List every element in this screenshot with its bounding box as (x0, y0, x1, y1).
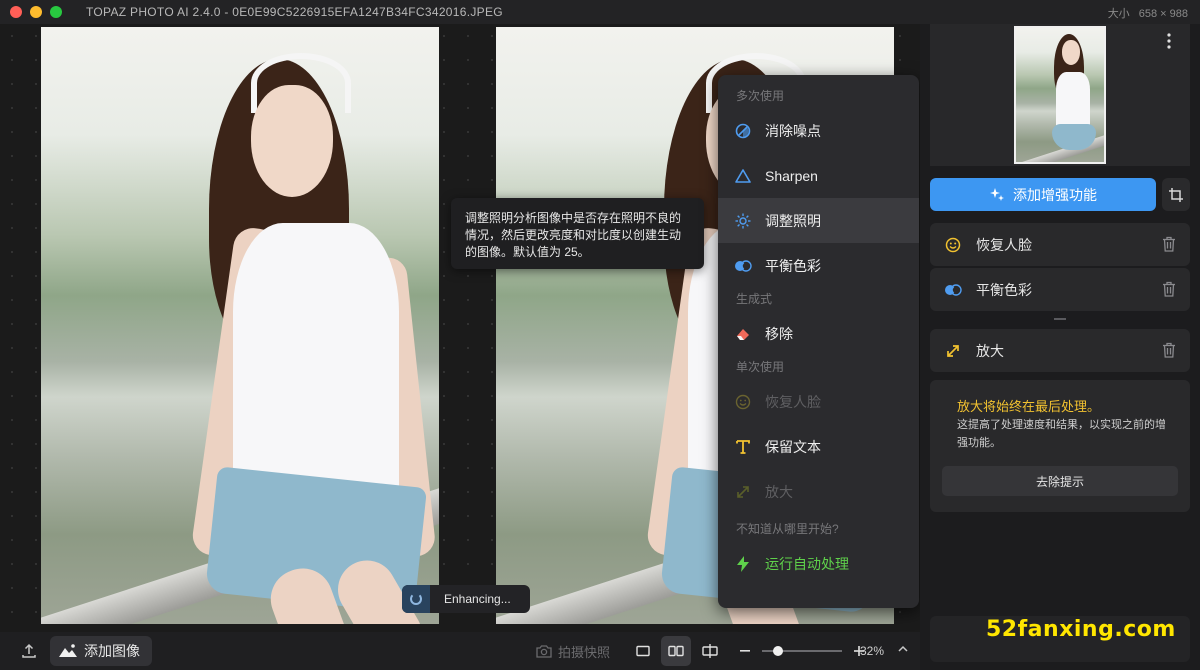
panel-divider-handle[interactable] (1054, 318, 1066, 320)
feature-upscale[interactable]: 放大 (930, 329, 1190, 372)
menu-item-adjust-lighting[interactable]: 调整照明 (718, 198, 919, 243)
adjust-lighting-tooltip: 调整照明分析图像中是否存在照明不良的情况，然后更改亮度和对比度以创建生动的图像。… (451, 198, 704, 269)
menu-item-label: 保留文本 (765, 438, 821, 455)
menu-section-single: 单次使用 (736, 360, 785, 374)
bottom-toolbar: 添加图像 拍摄快照 32% (0, 632, 920, 670)
menu-item-label: 放大 (765, 483, 793, 500)
image-size: 大小 658 × 988 (1102, 5, 1188, 21)
right-panel: 添加增强功能 恢复人脸 平衡色彩 放大 放大将始终在最后处理。 这提高了处理速度… (920, 24, 1200, 670)
zoom-slider[interactable] (762, 646, 842, 656)
enhancing-status: Enhancing... (402, 585, 530, 613)
snapshot-button[interactable]: 拍摄快照 (536, 636, 610, 666)
navigator-thumbnail[interactable] (1014, 26, 1106, 164)
crop-icon (1169, 187, 1183, 202)
menu-item-color-balance[interactable]: 平衡色彩 (718, 243, 919, 288)
add-enhancement-menu: 多次使用 消除噪点 Sharpen 调整照明 平衡色彩 生成式 移除 单次使用 … (718, 75, 919, 608)
single-view-button[interactable] (628, 636, 658, 666)
sun-icon (734, 212, 752, 230)
zoom-window-button[interactable] (50, 6, 62, 18)
feature-color-balance[interactable]: 平衡色彩 (930, 268, 1190, 311)
single-view-icon (636, 645, 650, 657)
upscale-hint: 放大将始终在最后处理。 这提高了处理速度和结果，以实现之前的增强功能。 去除提示 (930, 380, 1190, 512)
sparkle-icon (990, 187, 1004, 201)
face-icon (944, 236, 962, 254)
add-image-button[interactable]: 添加图像 (50, 636, 152, 666)
menu-item-face-recovery[interactable]: 恢复人脸 (718, 379, 919, 424)
menu-item-remove[interactable]: 移除 (718, 311, 919, 356)
menu-item-preserve-text[interactable]: 保留文本 (718, 424, 919, 469)
add-enhancement-button[interactable]: 添加增强功能 (930, 178, 1156, 211)
dismiss-hint-button[interactable]: 去除提示 (942, 466, 1178, 496)
lightning-icon (734, 555, 752, 573)
feature-label: 恢复人脸 (976, 236, 1032, 253)
window-controls (10, 6, 62, 18)
menu-item-label: 恢复人脸 (765, 393, 821, 410)
menu-item-autopilot[interactable]: 运行自动处理 (718, 541, 919, 586)
export-button[interactable] (18, 640, 40, 662)
menu-item-label: 消除噪点 (765, 122, 821, 139)
add-image-label: 添加图像 (84, 643, 140, 659)
eraser-icon (734, 325, 752, 343)
feature-label: 放大 (976, 342, 1004, 359)
side-by-side-view-button[interactable] (661, 636, 691, 666)
enhancing-label: Enhancing... (444, 592, 511, 606)
menu-section-start: 不知道从哪里开始? (736, 522, 839, 536)
camera-icon (536, 645, 552, 658)
menu-item-label: 平衡色彩 (765, 257, 821, 274)
more-options-icon[interactable] (1166, 32, 1172, 50)
menu-item-label: Sharpen (765, 167, 818, 184)
menu-section-frequent: 多次使用 (736, 89, 785, 103)
navigator-thumbnail-area (930, 24, 1190, 166)
minus-icon (740, 650, 750, 652)
feature-label: 平衡色彩 (976, 281, 1032, 298)
feature-face-recovery[interactable]: 恢复人脸 (930, 223, 1190, 266)
image-size-value: 658 × 988 (1138, 8, 1188, 20)
window-title: TOPAZ PHOTO AI 2.4.0 - 0E0E99C5226915EFA… (86, 5, 503, 19)
split-view-button[interactable] (695, 636, 725, 666)
app-window: TOPAZ PHOTO AI 2.4.0 - 0E0E99C5226915EFA… (0, 0, 1200, 670)
hint-body: 这提高了处理速度和结果，以实现之前的增强功能。 (957, 419, 1166, 449)
upload-icon (22, 643, 36, 658)
title-bar: TOPAZ PHOTO AI 2.4.0 - 0E0E99C5226915EFA… (0, 0, 1200, 24)
close-window-button[interactable] (10, 6, 22, 18)
sharpen-triangle-icon (734, 167, 752, 185)
watermark-text: 52fanxing.com (986, 617, 1176, 642)
image-size-label: 大小 (1107, 8, 1130, 20)
trash-icon[interactable] (1162, 236, 1176, 252)
denoise-icon (734, 122, 752, 140)
mountain-image-icon (59, 644, 77, 657)
color-balance-icon (734, 257, 752, 275)
zoom-control (738, 636, 866, 666)
upscale-icon (734, 483, 752, 501)
zoom-out-button[interactable] (738, 644, 752, 658)
original-photo[interactable] (41, 27, 439, 624)
menu-item-label: 运行自动处理 (765, 555, 849, 572)
menu-section-generative: 生成式 (736, 292, 773, 306)
crop-button[interactable] (1162, 178, 1190, 211)
menu-item-label: 调整照明 (765, 212, 821, 229)
chevron-up-icon[interactable] (896, 642, 910, 656)
spinner-icon (402, 585, 430, 613)
snapshot-label: 拍摄快照 (558, 644, 611, 660)
split-view-icon (702, 644, 718, 658)
trash-icon[interactable] (1162, 281, 1176, 297)
zoom-slider-handle[interactable] (773, 646, 783, 656)
menu-item-upscale[interactable]: 放大 (718, 469, 919, 514)
add-enhancement-label: 添加增强功能 (1013, 186, 1097, 203)
zoom-percentage[interactable]: 32% (860, 644, 884, 658)
menu-item-label: 移除 (765, 325, 793, 342)
color-balance-icon (944, 281, 962, 299)
hint-title: 放大将始终在最后处理。 (957, 399, 1101, 414)
menu-item-denoise[interactable]: 消除噪点 (718, 108, 919, 153)
menu-item-sharpen[interactable]: Sharpen (718, 153, 919, 198)
face-icon (734, 393, 752, 411)
side-by-side-icon (668, 645, 684, 657)
text-icon (734, 438, 752, 456)
trash-icon[interactable] (1162, 342, 1176, 358)
upscale-icon (944, 342, 962, 360)
minimize-window-button[interactable] (30, 6, 42, 18)
